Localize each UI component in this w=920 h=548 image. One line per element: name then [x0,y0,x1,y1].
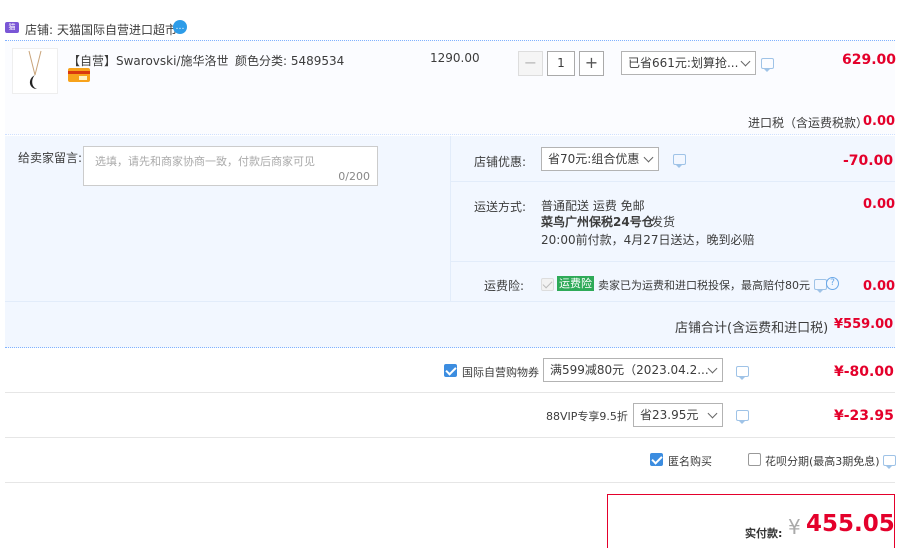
insurance-badge: 运费险 [557,276,594,291]
coupon-checkbox[interactable] [444,364,457,377]
shop-label: 店铺: [25,23,54,37]
insurance-label: 运费险: [484,279,525,293]
chevron-down-icon [707,363,718,374]
shop-discount-value: -70.00 [843,153,894,169]
chevron-down-icon [740,56,751,67]
import-tax-value: 0.00 [863,114,896,129]
import-tax-label: 进口税（含运费税款） [748,116,869,130]
quantity-stepper: − 1 + [518,51,604,76]
divider [5,482,895,483]
divider [5,392,895,393]
pay-currency: ¥ [788,515,801,539]
chevron-down-icon [643,152,654,163]
coupon-select[interactable]: 满599减80元（2023.04.2... [543,358,723,382]
item-subtotal: 629.00 [842,52,897,68]
quantity-input[interactable]: 1 [547,51,575,76]
wangwang-chat-icon[interactable]: … [173,20,187,34]
divider [450,181,895,182]
shipping-method: 普通配送 运费 免邮 [541,199,645,213]
shop-total-value: ¥559.00 [834,317,894,332]
product-thumbnail[interactable] [12,48,58,94]
shop-name-link[interactable]: 天猫国际自营进口超市 [57,21,177,38]
insurance-value: 0.00 [863,279,896,294]
shop-discount-select[interactable]: 省70元:组合优惠 [541,147,659,171]
shipping-value: 0.00 [863,197,896,212]
delivery-promise: 20:00前付款，4月27日送达，晚到必赔 [541,233,755,247]
pay-label: 实付款: [745,527,783,540]
product-spec: 颜色分类: 5489534 [235,54,345,68]
warehouse-suffix: 发货 [651,215,676,229]
shop-discount-comment-icon[interactable] [673,154,686,168]
shop-discount-label: 店铺优惠: [474,155,527,169]
coupon-comment-icon[interactable] [736,366,749,380]
vip-select[interactable]: 省23.95元 [633,403,723,427]
product-title-link[interactable]: 【自营】Swarovski/施华洛世... [68,52,228,69]
shop-total-label: 店铺合计(含运费和进口税) [675,321,829,336]
insurance-checkbox [541,278,554,291]
message-placeholder: 选填，请先和商家协商一致，付款后商家可见 [95,155,315,168]
vip-comment-icon[interactable] [736,410,749,424]
discount-comment-icon[interactable] [761,58,774,72]
warehouse-name: 菜鸟广州保税24号仓 [541,215,654,229]
shop-header: 猫 店铺: 天猫国际自营进口超市 … [5,18,895,40]
anonymous-label: 匿名购买 [668,455,712,468]
unit-price: 1290.00 [430,51,480,65]
item-discount-select[interactable]: 已省661元:划算抢... [621,51,756,75]
insurance-comment-icon[interactable] [814,279,827,293]
insurance-text: 卖家已为运费和进口税投保，最高赔付80元 [598,279,810,292]
pay-amount: 455.05 [806,511,895,537]
installment-comment-icon[interactable] [883,455,896,469]
help-question-icon[interactable]: ? [826,277,839,290]
coupon-label: 国际自营购物券 [462,366,539,379]
quantity-decrease-button[interactable]: − [518,51,543,76]
shipping-label: 运送方式: [474,200,527,214]
message-counter: 0/200 [338,170,370,183]
message-textarea[interactable]: 选填，请先和商家协商一致，付款后商家可见 0/200 [83,146,378,186]
divider [450,261,895,262]
vip-value: ¥-23.95 [834,408,894,424]
message-label: 给卖家留言: [18,151,83,165]
installment-checkbox[interactable] [748,453,761,466]
credit-card-badge-icon [68,68,90,82]
quantity-increase-button[interactable]: + [579,51,604,76]
installment-label: 花呗分期(最高3期免息) [765,455,880,468]
vip-label: 88VIP专享9.5折 [546,410,628,423]
divider [5,437,895,438]
tmall-cat-icon: 猫 [5,22,19,33]
chevron-down-icon [707,408,718,419]
pay-summary-box: 实付款: ¥ 455.05 [607,494,895,548]
coupon-value: ¥-80.00 [834,364,894,380]
divider [5,301,895,302]
anonymous-checkbox[interactable] [650,453,663,466]
